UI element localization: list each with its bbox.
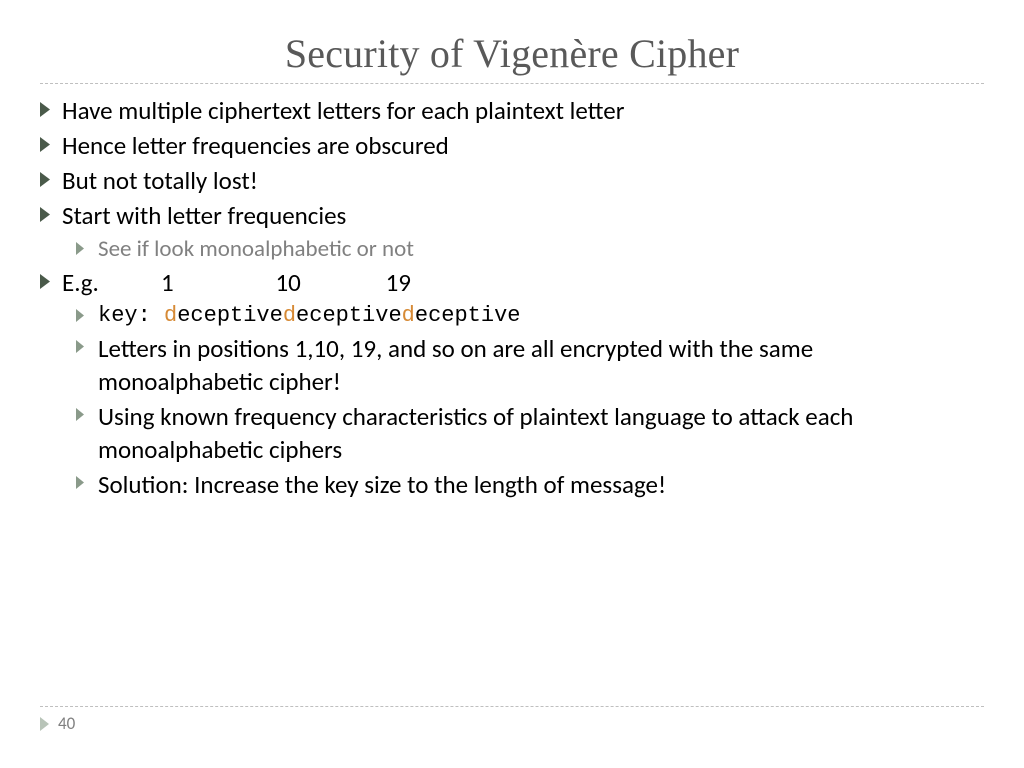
key-line: key: deceptivedeceptivedeceptive	[98, 301, 984, 330]
eg-prefix: E.g.	[62, 267, 99, 298]
footer-row: 40	[40, 713, 984, 734]
key-seg-3: eceptive	[415, 303, 521, 328]
bullet-text: But not totally lost!	[62, 164, 984, 197]
key-d-1: d	[164, 303, 177, 328]
sub-bullet-item: Solution: Increase the key size to the l…	[76, 468, 984, 501]
key-seg-2: eceptive	[296, 303, 402, 328]
sub-bullet-item: key: deceptivedeceptivedeceptive	[76, 301, 984, 330]
bullet-text: Letters in positions 1,10, 19, and so on…	[98, 332, 984, 398]
bullet-item: E.g. 1 10 19	[40, 266, 984, 299]
sub-bullet-item: See if look monoalphabetic or not	[76, 234, 984, 264]
footer: 40	[40, 706, 984, 734]
key-d-3: d	[402, 303, 415, 328]
bullet-text: Have multiple ciphertext letters for eac…	[62, 94, 984, 127]
bullet-text: Start with letter frequencies	[62, 199, 984, 232]
divider-top	[40, 83, 984, 84]
key-label: key:	[98, 303, 164, 328]
eg-num-19: 19	[386, 267, 411, 298]
bullet-item: Hence letter frequencies are obscured	[40, 129, 984, 162]
triangle-right-icon	[40, 717, 58, 731]
slide-title: Security of Vigenère Cipher	[40, 30, 984, 77]
eg-num-10: 10	[275, 267, 300, 298]
key-d-2: d	[283, 303, 296, 328]
bullet-text-eg: E.g. 1 10 19	[62, 266, 984, 299]
triangle-right-icon	[40, 199, 62, 222]
triangle-right-icon	[76, 301, 98, 322]
bullet-text: Using known frequency characteristics of…	[98, 400, 984, 466]
triangle-right-icon	[40, 129, 62, 152]
triangle-right-icon	[76, 468, 98, 489]
bullet-item: Have multiple ciphertext letters for eac…	[40, 94, 984, 127]
bullet-text: See if look monoalphabetic or not	[98, 234, 984, 264]
triangle-right-icon	[76, 234, 98, 255]
bullet-item: But not totally lost!	[40, 164, 984, 197]
triangle-right-icon	[76, 332, 98, 353]
triangle-right-icon	[40, 164, 62, 187]
triangle-right-icon	[76, 400, 98, 421]
sub-bullet-item: Using known frequency characteristics of…	[76, 400, 984, 466]
content-area: Have multiple ciphertext letters for eac…	[40, 94, 984, 501]
slide: Security of Vigenère Cipher Have multipl…	[0, 0, 1024, 768]
bullet-text: Solution: Increase the key size to the l…	[98, 468, 984, 501]
sub-bullet-item: Letters in positions 1,10, 19, and so on…	[76, 332, 984, 398]
key-seg-1: eceptive	[177, 303, 283, 328]
page-number: 40	[58, 713, 75, 734]
bullet-text: Hence letter frequencies are obscured	[62, 129, 984, 162]
divider-bottom	[40, 706, 984, 707]
eg-num-1: 1	[161, 267, 174, 298]
triangle-right-icon	[40, 94, 62, 117]
triangle-right-icon	[40, 266, 62, 289]
bullet-item: Start with letter frequencies	[40, 199, 984, 232]
